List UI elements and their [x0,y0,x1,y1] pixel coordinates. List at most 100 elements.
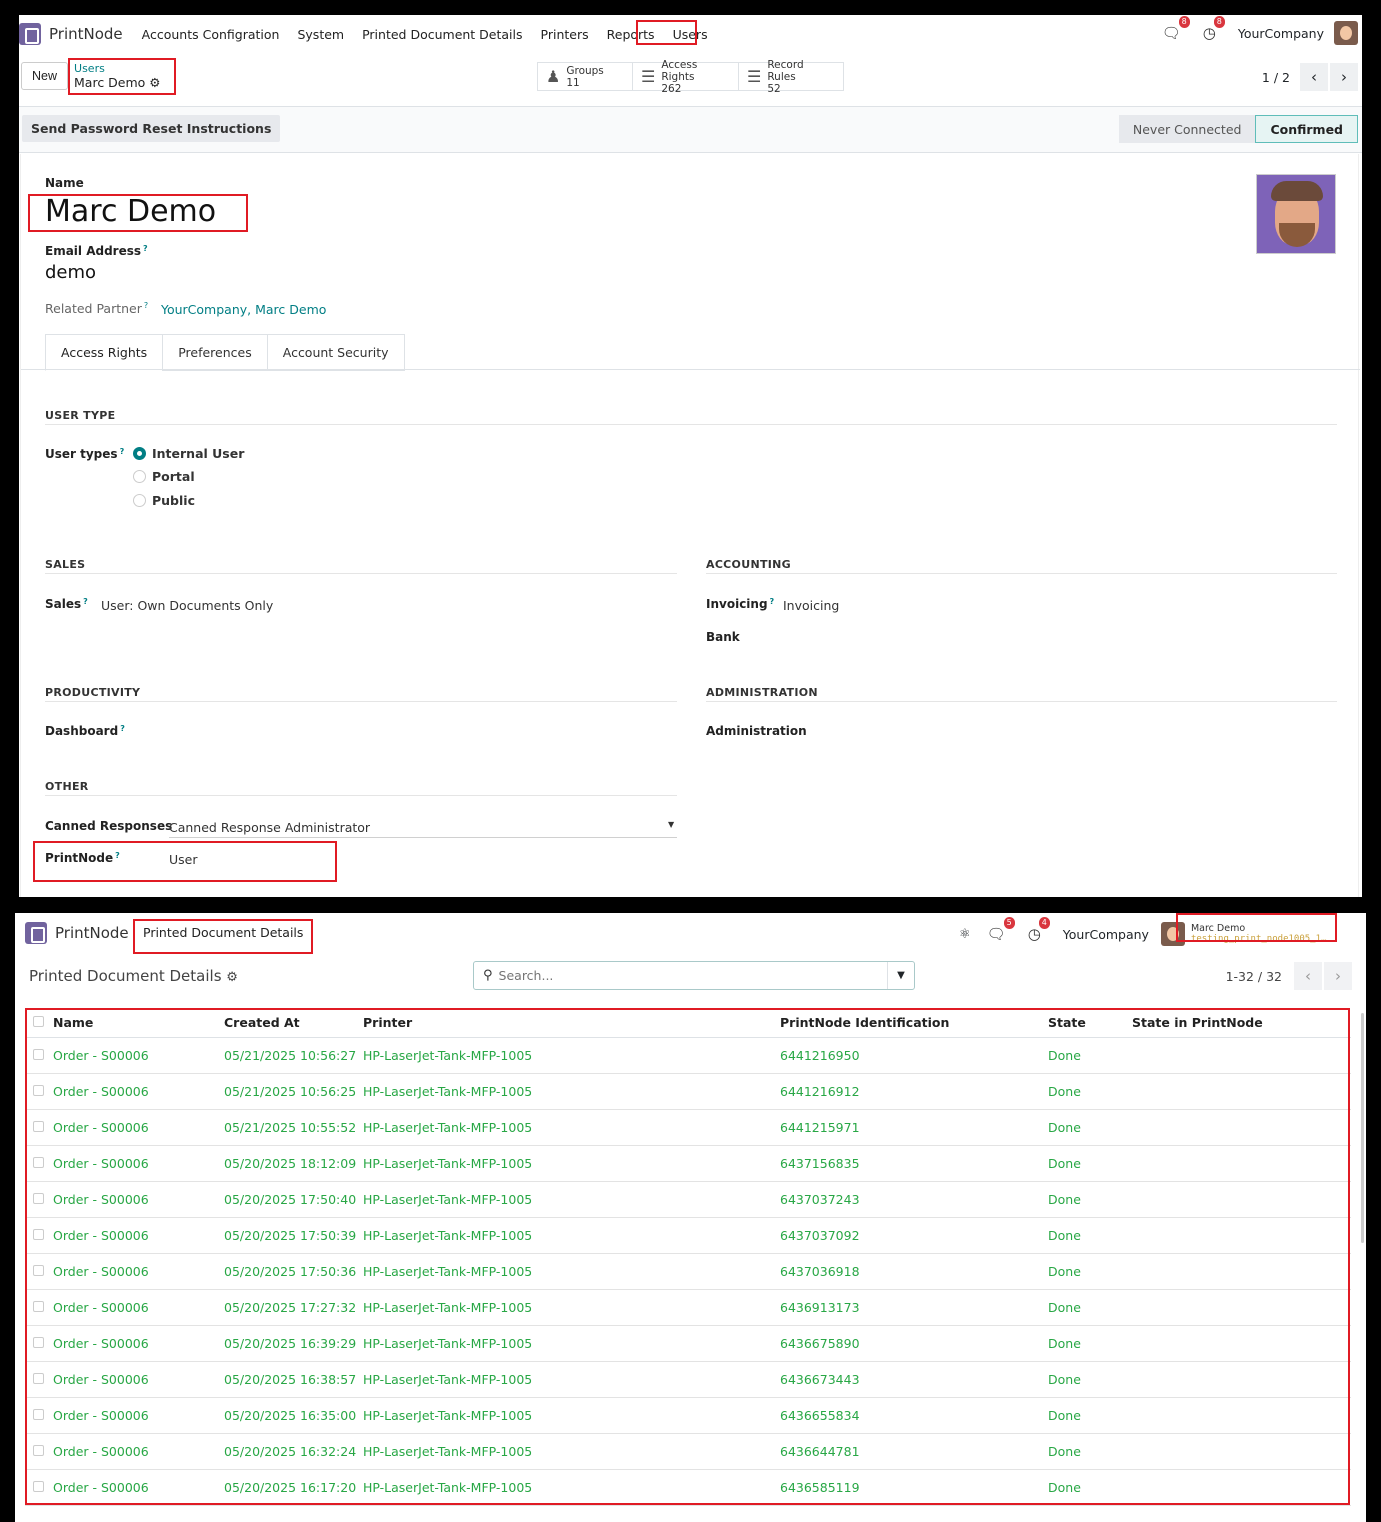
user-avatar[interactable] [1334,21,1358,45]
cell-state: Done [1044,1217,1128,1254]
row-checkbox[interactable] [33,1192,44,1204]
help-icon[interactable]: ? [115,851,120,860]
send-password-reset-button[interactable]: Send Password Reset Instructions [22,115,281,142]
row-checkbox[interactable] [33,1408,44,1420]
table-row[interactable]: Order - S00006 05/20/2025 16:38:57 HP-Lase… [25,1361,1351,1398]
menu-accounts-configration[interactable]: Accounts Configration [142,27,280,42]
messages-icon[interactable]: 🗨 5 [987,917,1015,943]
row-checkbox[interactable] [33,1084,44,1096]
menu-printed-document-details[interactable]: Printed Document Details [143,925,303,940]
app-logo[interactable]: PrintNode [25,922,129,944]
table-row[interactable]: Order - S00006 05/20/2025 17:27:32 HP-Lase… [25,1289,1351,1326]
access-rights-smart-button[interactable]: ☰ Access Rights 262 [633,59,739,95]
radio-public[interactable]: Public [133,493,195,508]
radio-portal[interactable]: Portal [133,469,195,484]
divider [706,701,1337,702]
breadcrumb-users-link[interactable]: Users [74,62,161,76]
row-checkbox[interactable] [33,1300,44,1312]
user-photo[interactable] [1256,174,1336,254]
row-checkbox[interactable] [33,1228,44,1240]
chevron-left-icon[interactable]: ‹ [1300,63,1328,91]
table-row[interactable]: Order - S00006 05/20/2025 18:12:09 HP-Lase… [25,1145,1351,1182]
name-field[interactable]: Marc Demo [45,194,216,229]
state-confirmed[interactable]: Confirmed [1255,115,1358,143]
help-icon[interactable]: ? [770,597,775,606]
row-checkbox[interactable] [33,1048,44,1060]
search-input[interactable] [498,968,869,983]
column-name[interactable]: Name [49,1008,220,1038]
state-never-connected[interactable]: Never Connected [1118,115,1256,143]
help-icon[interactable]: ? [83,597,88,606]
canned-responses-select[interactable]: Canned Response Administrator [169,820,370,835]
printnode-field[interactable]: User [169,852,198,867]
gear-icon[interactable]: ⚙ [149,75,160,90]
column-state-in-printnode[interactable]: State in PrintNode [1128,1008,1351,1038]
email-field[interactable]: demo [45,262,96,283]
company-switcher[interactable]: YourCompany [1238,26,1324,41]
row-checkbox[interactable] [33,1264,44,1276]
tab-access-rights[interactable]: Access Rights [45,334,164,371]
chevron-right-icon[interactable]: › [1330,63,1358,91]
record-rules-smart-button[interactable]: ☰ Record Rules 52 [739,59,843,95]
select-all-checkbox[interactable] [33,1015,44,1027]
table-row[interactable]: Order - S00006 05/20/2025 16:35:00 HP-Lase… [25,1397,1351,1434]
groups-smart-button[interactable]: ♟ Groups 11 [538,63,633,90]
table-row[interactable]: Order - S00006 05/20/2025 16:39:29 HP-Lase… [25,1325,1351,1362]
row-checkbox[interactable] [33,1480,44,1492]
row-checkbox[interactable] [33,1156,44,1168]
access-rights-label: Access Rights [661,58,698,83]
cell-state: Done [1044,1181,1128,1218]
pager-value[interactable]: 1-32 / 32 [1226,969,1282,984]
related-partner-link[interactable]: YourCompany, Marc Demo [161,302,326,317]
chevron-left-icon[interactable]: ‹ [1294,962,1322,990]
activities-clock-icon[interactable]: ◷ 8 [1203,16,1225,42]
table-row[interactable]: Order - S00006 05/20/2025 17:50:40 HP-Lase… [25,1181,1351,1218]
bug-icon[interactable]: ⚛ [959,927,971,942]
app-logo[interactable]: PrintNode [19,23,123,45]
table-row[interactable]: Order - S00006 05/20/2025 16:17:20 HP-Lase… [25,1469,1351,1506]
column-printer[interactable]: Printer [359,1008,776,1038]
chevron-right-icon[interactable]: › [1324,962,1352,990]
table-row[interactable]: Order - S00006 05/20/2025 17:50:39 HP-Lase… [25,1217,1351,1254]
help-icon[interactable]: ? [120,447,125,456]
tab-account-security[interactable]: Account Security [266,334,405,371]
table-row[interactable]: Order - S00006 05/20/2025 17:50:36 HP-Lase… [25,1253,1351,1290]
table-row[interactable]: Order - S00006 05/21/2025 10:56:27 HP-Lase… [25,1037,1351,1074]
messages-icon[interactable]: 🗨 8 [1162,16,1190,42]
row-checkbox[interactable] [33,1336,44,1348]
menu-reports[interactable]: Reports [607,27,655,42]
row-checkbox[interactable] [33,1444,44,1456]
user-avatar[interactable] [1160,922,1185,946]
table-row[interactable]: Order - S00006 05/21/2025 10:55:52 HP-Lase… [25,1109,1351,1146]
activities-clock-icon[interactable]: ◷ 4 [1028,917,1050,943]
menu-system[interactable]: System [297,27,344,42]
help-icon[interactable]: ? [143,244,148,253]
user-types-label: User types [45,447,118,461]
pager-value[interactable]: 1 / 2 [1262,70,1290,85]
user-menu[interactable]: Marc Demo testing_print_node1005_1… [1191,923,1351,945]
caret-down-icon[interactable]: ▼ [887,962,914,989]
gear-icon[interactable]: ⚙ [226,970,238,985]
invoicing-field[interactable]: Invoicing [783,598,839,613]
column-created-at[interactable]: Created At [220,1008,359,1038]
row-checkbox[interactable] [33,1120,44,1132]
scrollbar[interactable] [1361,1013,1364,1243]
menu-users[interactable]: Users [673,27,708,42]
column-printnode-identification[interactable]: PrintNode Identification [776,1008,1044,1038]
table-row[interactable]: Order - S00006 05/20/2025 16:32:24 HP-Lase… [25,1433,1351,1470]
help-icon[interactable]: ? [120,724,125,733]
company-switcher[interactable]: YourCompany [1063,927,1149,942]
column-state[interactable]: State [1044,1008,1128,1038]
menu-printed-document-details[interactable]: Printed Document Details [362,27,522,42]
help-icon[interactable]: ? [144,301,148,310]
radio-internal-user[interactable]: Internal User [133,446,244,461]
cell-state-in-printnode [1128,1433,1351,1470]
caret-down-icon[interactable]: ▼ [668,820,674,829]
tab-preferences[interactable]: Preferences [162,334,268,371]
row-checkbox[interactable] [33,1372,44,1384]
sales-field[interactable]: User: Own Documents Only [101,598,273,613]
table-row[interactable]: Order - S00006 05/21/2025 10:56:25 HP-Lase… [25,1073,1351,1110]
new-button[interactable]: New [21,62,69,90]
users-group-icon: ♟ [546,66,561,86]
menu-printers[interactable]: Printers [541,27,589,42]
